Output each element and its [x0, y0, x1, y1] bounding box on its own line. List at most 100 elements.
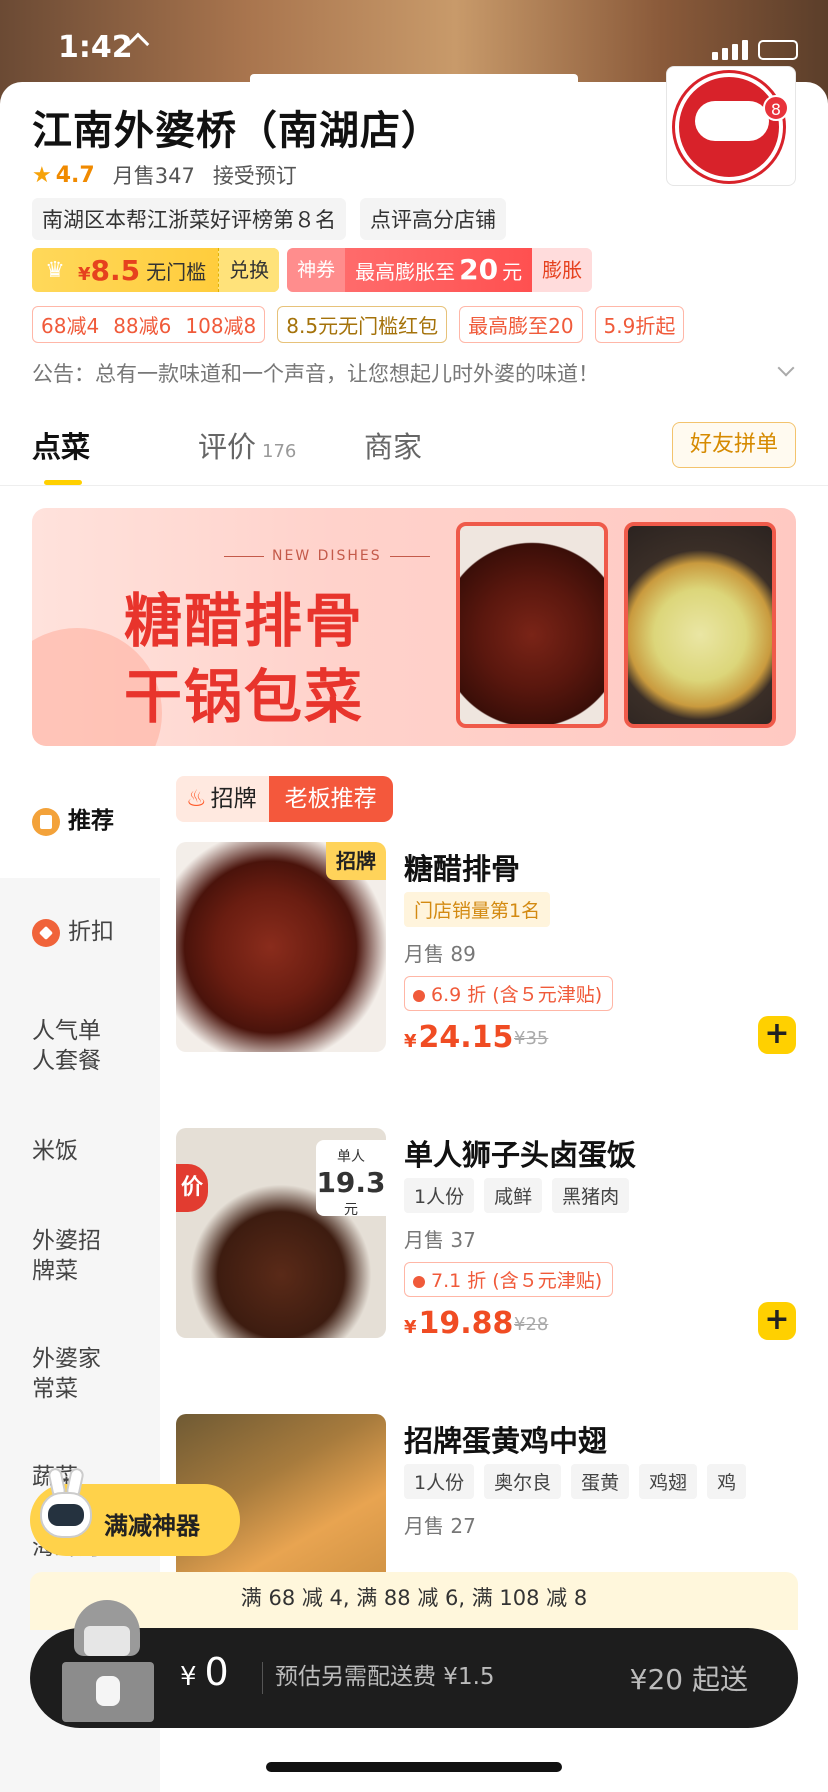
dish-attributes: 1人份 咸鲜 黑猪肉 [404, 1178, 630, 1213]
attribute-chip: 1人份 [404, 1464, 475, 1499]
tab-reviews[interactable]: 评价 176 [198, 424, 296, 466]
attribute-chip: 黑猪肉 [552, 1178, 630, 1213]
god-coupon[interactable]: 神券 最高膨胀至 20 元 膨胀 [287, 248, 593, 292]
dish-image[interactable]: 价 单人 19.3 元 [176, 1128, 386, 1338]
add-to-cart-button[interactable]: + [758, 1302, 796, 1340]
attribute-chip: 咸鲜 [484, 1178, 543, 1213]
red-packet-promo[interactable]: 8.5元无门槛红包 [277, 306, 448, 343]
signature-flag: 招牌 [326, 842, 386, 880]
sales-rank-badge: 门店销量第1名 [404, 892, 551, 927]
cart-total: ¥0 [180, 1650, 229, 1694]
banner-dish-cabbage [624, 522, 776, 728]
tab-order[interactable]: 点菜 [32, 424, 90, 466]
attribute-chip: 鸡翅 [639, 1464, 698, 1499]
attribute-chip: 奥尔良 [484, 1464, 562, 1499]
high-score-tag[interactable]: 点评高分店铺 [360, 198, 506, 240]
sidebar-item-single-set[interactable]: 人气单 人套餐 [32, 1016, 101, 1076]
shop-logo[interactable]: 8 [666, 66, 796, 186]
dish-attributes: 1人份 奥尔良 蛋黄 鸡翅 鸡 [404, 1464, 747, 1499]
banner-dish-ribs [456, 522, 608, 728]
dish-name: 单人狮子头卤蛋饭 [404, 1138, 637, 1172]
original-price: ¥35 [514, 1028, 549, 1049]
dish-image[interactable]: 招牌 [176, 842, 386, 1052]
logo-inner [695, 101, 769, 141]
review-count: 176 [262, 441, 297, 462]
dish-card[interactable]: 价 单人 19.3 元 单人狮子头卤蛋饭 1人份 咸鲜 黑猪肉 月售 37 7.1 … [176, 1128, 796, 1348]
dish-price: ¥19.88 [404, 1306, 514, 1341]
sheet-handle [250, 74, 578, 86]
delivery-fee: 预估另需配送费 ¥1.5 [262, 1662, 495, 1694]
shop-meta: ★ 4.7 月售347 接受预订 [32, 160, 297, 190]
reduction-helper-button[interactable]: 满减神器 [30, 1466, 240, 1556]
minimum-order-button[interactable]: ¥20 起送 [630, 1658, 748, 1698]
signature-label: ♨ 招牌 [176, 776, 269, 822]
tab-bar: 点菜 评价 176 商家 好友拼单 [0, 410, 828, 486]
attribute-chip: 蛋黄 [571, 1464, 630, 1499]
attribute-chip: 鸡 [707, 1464, 747, 1499]
god-coupon-text: 最高膨胀至 20 元 [345, 248, 533, 292]
banner-subtitle: NEW DISHES [216, 548, 438, 564]
monthly-sold: 月售 37 [404, 1228, 476, 1252]
group-order-button[interactable]: 好友拼单 [672, 422, 796, 468]
monthly-sold: 月售 27 [404, 1514, 476, 1538]
star-icon: ★ [32, 162, 52, 188]
home-indicator [266, 1762, 562, 1772]
expand-promo[interactable]: 最高膨至20 [459, 306, 583, 343]
category-header: ♨ 招牌 老板推荐 [176, 776, 393, 822]
ranking-tag[interactable]: 南湖区本帮江浙菜好评榜第８名 [32, 198, 346, 240]
clock: 1:42 [58, 30, 133, 65]
dish-card[interactable]: 招牌 糖醋排骨 门店销量第1名 月售 89 6.9 折 (含５元津贴) ¥24.… [176, 842, 796, 1062]
discount-promo[interactable]: 5.9折起 [594, 306, 685, 343]
sidebar-item-homestyle[interactable]: 外婆家 常菜 [32, 1344, 101, 1404]
shop-rating: 4.7 [55, 162, 95, 188]
reduction-helper-label: 满减神器 [104, 1512, 200, 1540]
battery-icon [758, 40, 798, 60]
shop-notice: 公告：总有一款味道和一个声音，让您想起儿时外婆的味道！ [32, 362, 599, 386]
banner-line2: 干锅包菜 [124, 663, 365, 731]
discount-badge: 7.1 折 (含５元津贴) [404, 1262, 614, 1297]
promo-item: 108减8 [185, 314, 257, 338]
redeem-button[interactable]: 兑换 [218, 248, 280, 292]
shop-tags: 南湖区本帮江浙菜好评榜第８名 点评高分店铺 [32, 198, 506, 240]
add-to-cart-button[interactable]: + [758, 1016, 796, 1054]
tab-indicator [44, 480, 82, 485]
sidebar-item-signature[interactable]: 外婆招 牌菜 [32, 1226, 101, 1286]
flame-icon: ♨ [186, 786, 207, 812]
vip-coupon-desc: 无门槛 [146, 259, 207, 284]
dish-name: 招牌蛋黄鸡中翅 [404, 1424, 608, 1458]
recommend-icon [32, 807, 60, 836]
courier-cart-icon[interactable] [56, 1596, 160, 1726]
original-price: ¥28 [514, 1314, 549, 1335]
god-coupon-label: 神券 [287, 248, 346, 292]
expand-button[interactable]: 膨胀 [532, 248, 593, 292]
promo-row[interactable]: 68减4 88减6 108减8 8.5元无门槛红包 最高膨至20 5.9折起 [32, 306, 685, 343]
robot-rabbit-icon [34, 1466, 98, 1548]
discount-badge: 6.9 折 (含５元津贴) [404, 976, 614, 1011]
new-dishes-banner[interactable]: NEW DISHES 糖醋排骨 干锅包菜 [32, 508, 796, 746]
discount-icon [32, 918, 60, 947]
sidebar-item-discount[interactable]: 折扣 [32, 917, 114, 947]
promo-item: 68减4 [41, 314, 100, 338]
monthly-sales: 月售347 [112, 164, 195, 188]
boss-recommend-label: 老板推荐 [268, 776, 393, 822]
promo-item: 88减6 [113, 314, 172, 338]
dish-card[interactable]: 招牌蛋黄鸡中翅 1人份 奥尔良 蛋黄 鸡翅 鸡 月售 27 [176, 1414, 796, 1624]
signal-icon [712, 40, 748, 60]
vip-coupon[interactable]: ♛ ¥8.5 无门槛 兑换 [32, 248, 280, 292]
full-reduction-promo[interactable]: 68减4 88减6 108减8 [32, 306, 266, 343]
coupon-row: ♛ ¥8.5 无门槛 兑换 神券 最高膨胀至 20 元 膨胀 [32, 248, 593, 292]
sidebar-item-recommend[interactable]: 推荐 [32, 806, 114, 836]
image-price-tag: 单人 19.3 元 [316, 1140, 386, 1218]
vip-coupon-amount: ¥8.5 [78, 253, 141, 287]
monthly-sold: 月售 89 [404, 942, 476, 966]
banner-line1: 糖醋排骨 [124, 587, 365, 655]
dish-price: ¥24.15 [404, 1020, 514, 1055]
sidebar-item-rice[interactable]: 米饭 [32, 1136, 78, 1166]
special-price-tag: 价 [176, 1164, 208, 1212]
logo-badge: 8 [763, 95, 789, 121]
dish-name: 糖醋排骨 [404, 852, 521, 886]
tab-merchant[interactable]: 商家 [364, 424, 422, 466]
attribute-chip: 1人份 [404, 1178, 475, 1213]
shop-name: 江南外婆桥（南湖店） [32, 108, 442, 154]
reservation-label: 接受预订 [212, 164, 297, 188]
